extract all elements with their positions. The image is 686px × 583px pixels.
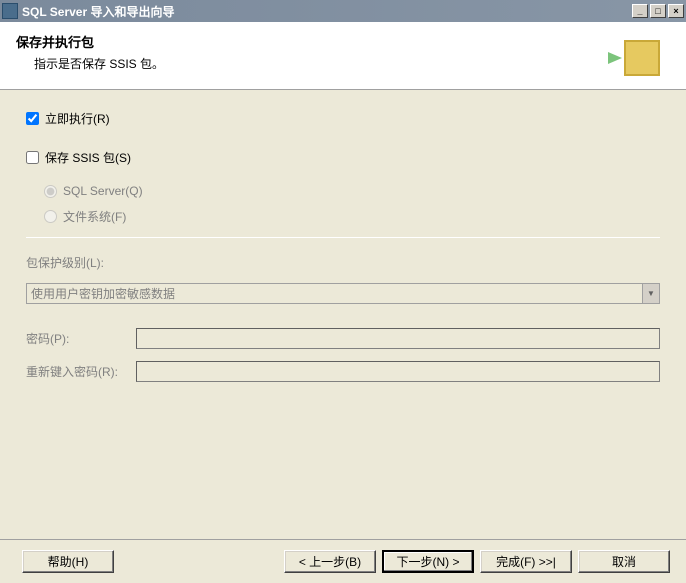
protection-level-label: 包保护级别(L): — [26, 254, 104, 271]
window-title: SQL Server 导入和导出向导 — [22, 3, 175, 20]
page-subtitle: 指示是否保存 SSIS 包。 — [16, 55, 618, 72]
separator — [26, 237, 660, 238]
finish-button[interactable]: 完成(F) >>| — [480, 550, 572, 573]
retype-password-label: 重新键入密码(R): — [26, 363, 136, 380]
sql-server-row: SQL Server(Q) — [26, 184, 660, 198]
wizard-header: 保存并执行包 指示是否保存 SSIS 包。 — [0, 22, 686, 90]
sql-server-radio — [44, 185, 57, 198]
wizard-footer: 帮助(H) < 上一步(B) 下一步(N) > 完成(F) >>| 取消 — [0, 539, 686, 583]
sql-server-label: SQL Server(Q) — [63, 184, 143, 198]
password-label: 密码(P): — [26, 330, 136, 347]
retype-password-row: 重新键入密码(R): — [26, 361, 660, 382]
password-row: 密码(P): — [26, 328, 660, 349]
title-bar: SQL Server 导入和导出向导 _ □ × — [0, 0, 686, 22]
password-input — [136, 328, 660, 349]
protection-level-combo: 使用用户密钥加密敏感数据 ▼ — [26, 283, 660, 304]
save-ssis-row: 保存 SSIS 包(S) — [26, 149, 660, 166]
back-button[interactable]: < 上一步(B) — [284, 550, 376, 573]
content-area: 立即执行(R) 保存 SSIS 包(S) SQL Server(Q) 文件系统(… — [0, 90, 686, 539]
maximize-button[interactable]: □ — [650, 4, 666, 18]
minimize-button[interactable]: _ — [632, 4, 648, 18]
save-ssis-checkbox[interactable] — [26, 151, 39, 164]
page-title: 保存并执行包 — [16, 32, 618, 51]
retype-password-input — [136, 361, 660, 382]
save-ssis-label: 保存 SSIS 包(S) — [45, 149, 131, 166]
close-button[interactable]: × — [668, 4, 684, 18]
run-immediately-checkbox[interactable] — [26, 112, 39, 125]
wizard-icon — [618, 32, 666, 80]
protection-level-combo-row: 使用用户密钥加密敏感数据 ▼ — [26, 283, 660, 304]
next-button[interactable]: 下一步(N) > — [382, 550, 474, 573]
help-button[interactable]: 帮助(H) — [22, 550, 114, 573]
protection-level-value: 使用用户密钥加密敏感数据 — [31, 285, 175, 302]
file-system-row: 文件系统(F) — [26, 208, 660, 225]
run-immediately-label: 立即执行(R) — [45, 110, 110, 127]
chevron-down-icon: ▼ — [642, 284, 659, 303]
run-immediately-row: 立即执行(R) — [26, 110, 660, 127]
file-system-label: 文件系统(F) — [63, 208, 126, 225]
cancel-button[interactable]: 取消 — [578, 550, 670, 573]
protection-level-row: 包保护级别(L): — [26, 254, 660, 271]
app-icon — [2, 3, 18, 19]
file-system-radio — [44, 210, 57, 223]
